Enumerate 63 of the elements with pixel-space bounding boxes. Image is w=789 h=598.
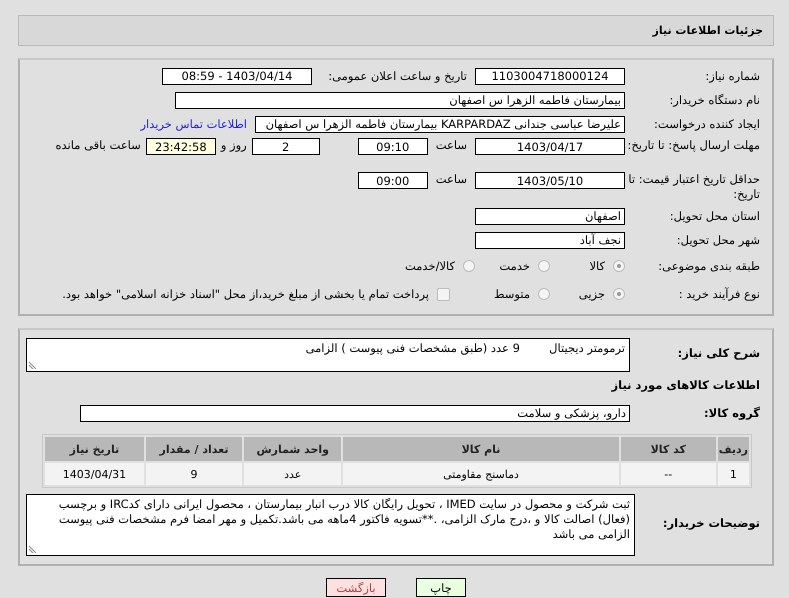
resize-grip-icon bbox=[29, 361, 37, 369]
radio-button[interactable] bbox=[463, 260, 475, 272]
field-label: شماره نیاز: bbox=[704, 68, 761, 84]
field-label: مهلت ارسال پاسخ: تا تاریخ: bbox=[626, 138, 761, 153]
option-label: خدمت bbox=[499, 259, 530, 273]
checkbox[interactable] bbox=[437, 288, 450, 300]
column-header: کد کالا bbox=[620, 437, 716, 461]
column-header: تاریخ نیاز bbox=[45, 437, 144, 461]
goods-group-field: دارو، پزشکی و سلامت bbox=[80, 404, 630, 422]
field-label: حداقل تاریخ اعتبار قیمت: تا تاریخ: bbox=[627, 172, 761, 202]
field-label: نام دستگاه خریدار: bbox=[668, 92, 761, 108]
column-header: نام کالا bbox=[343, 437, 619, 461]
radio-button[interactable] bbox=[613, 288, 625, 300]
print-button[interactable]: چاپ bbox=[416, 578, 466, 597]
resize-grip-icon bbox=[29, 545, 37, 553]
description-textarea[interactable]: ترمومتر دیجیتال 9 عدد (طبق مشخصات فنی پیوست ) الزامی bbox=[26, 338, 630, 372]
creator-field: علیرضا عباسی جندانی KARPARDAZ بیمارستان فاطمه الزهرا س اصفهان bbox=[255, 116, 625, 132]
radio-button[interactable] bbox=[538, 260, 550, 272]
buyer-contact-link[interactable]: اطلاعات تماس خریدار bbox=[140, 117, 247, 131]
field-label: استان محل تحویل: bbox=[668, 208, 761, 224]
city-field: نجف آباد bbox=[475, 232, 625, 248]
field-label: ایجاد کننده درخواست: bbox=[653, 116, 761, 132]
option-label: کالا/خدمت bbox=[404, 259, 455, 273]
table-cell: عدد bbox=[244, 463, 342, 485]
field-label: گروه کالا: bbox=[703, 406, 761, 420]
field-label: تاریخ و ساعت اعلان عمومی: bbox=[327, 68, 468, 84]
announce-date-field: 1403/04/14 - 08:59 bbox=[162, 68, 312, 84]
field-label: شهر محل تحویل: bbox=[676, 232, 761, 248]
table-cell: 1403/04/31 bbox=[45, 463, 144, 485]
time-label: ساعت bbox=[436, 138, 467, 152]
field-label: توضیحات خریدار: bbox=[662, 515, 761, 531]
radio-button[interactable] bbox=[538, 288, 550, 300]
table-cell: 9 bbox=[146, 463, 242, 485]
radio-button[interactable] bbox=[613, 260, 625, 272]
table-cell: -- bbox=[620, 463, 716, 485]
days-label: روز و bbox=[220, 138, 247, 152]
column-header: ردیف bbox=[718, 437, 749, 461]
reply-date-field: 1403/04/17 bbox=[475, 138, 625, 155]
reply-time-field: 09:10 bbox=[358, 138, 428, 155]
field-label: نوع فرآیند خرید : bbox=[678, 286, 761, 302]
section-title: اطلاعات کالاهای مورد نیاز bbox=[610, 378, 761, 392]
option-label: کالا bbox=[589, 259, 605, 273]
checkbox-label: پرداخت تمام یا بخشی از مبلغ خرید،از محل "اسناد خزانه اسلامی" خواهد بود. bbox=[62, 287, 429, 301]
province-field: اصفهان bbox=[475, 208, 625, 224]
column-header: تعداد / مقدار bbox=[146, 437, 242, 461]
page-title: جزئیات اطلاعات نیاز bbox=[652, 24, 763, 37]
option-label: متوسط bbox=[494, 287, 530, 301]
buyer-notes-textarea[interactable]: ثبت شرکت و محصول در سایت IMED ، تحویل رایگان کالا درب انبار بیمارستان ، محصول ایرانی دارای کدIRC و برچسب (فعال) اصالت کالا و ،درج مارک الزامی، .**تسویه فاکتور 4ماهه می باشد.تکمیل و مهر امضا فرم مشخصات فنی پیوست الزامی می باشد bbox=[26, 494, 635, 556]
need-number-field: 1103004718000124 bbox=[475, 68, 625, 84]
field-label: طبقه بندی موضوعی: bbox=[657, 258, 761, 274]
remaining-time-field: 23:42:58 bbox=[146, 138, 216, 155]
remaining-label: ساعت باقی مانده bbox=[56, 138, 141, 152]
time-label: ساعت bbox=[436, 172, 467, 186]
field-label: شرح کلی نیاز: bbox=[676, 345, 761, 361]
option-label: جزیی bbox=[578, 287, 605, 301]
back-button[interactable]: بازگشت bbox=[326, 578, 386, 597]
days-field: 2 bbox=[252, 138, 320, 155]
table-cell: دماسنج مقاومتی bbox=[343, 463, 619, 485]
table-cell: 1 bbox=[718, 463, 749, 485]
buyer-name-field: بیمارستان فاطمه الزهرا س اصفهان bbox=[175, 92, 625, 108]
price-validity-time-field: 09:00 bbox=[358, 172, 428, 189]
column-header: واحد شمارش bbox=[244, 437, 342, 461]
price-validity-date-field: 1403/05/10 bbox=[475, 172, 625, 189]
